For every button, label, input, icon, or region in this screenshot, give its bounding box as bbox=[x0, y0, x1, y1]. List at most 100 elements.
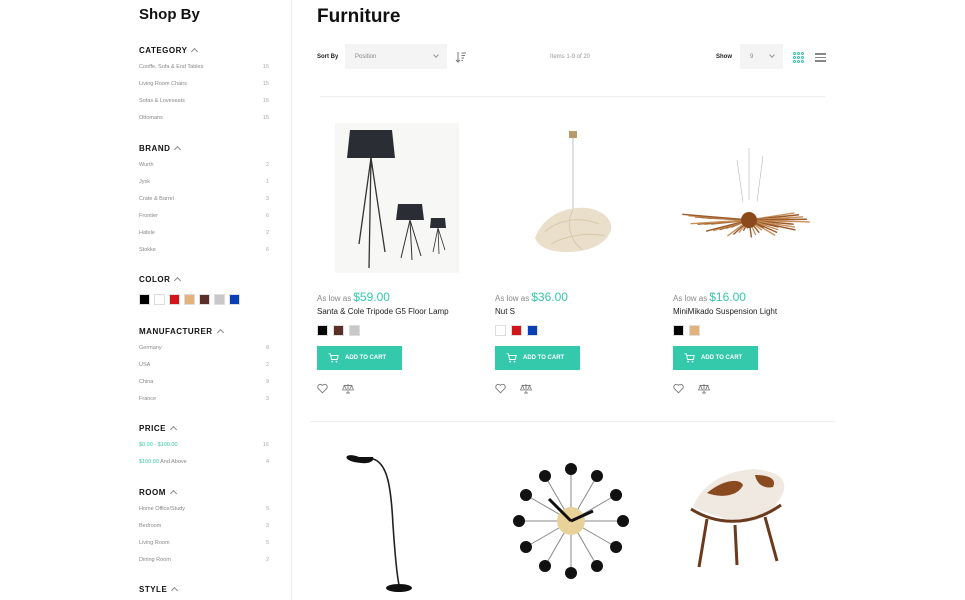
filter-option[interactable]: USA 2 bbox=[139, 362, 269, 379]
filter-option-label: Frontier bbox=[139, 213, 158, 219]
filter-option[interactable]: Dining Room 2 bbox=[139, 557, 269, 574]
filter-option-label: Living Room bbox=[139, 540, 170, 546]
color-swatch[interactable] bbox=[139, 294, 150, 305]
add-to-cart-button[interactable]: ADD TO CART bbox=[317, 346, 402, 370]
color-swatch[interactable] bbox=[154, 294, 165, 305]
sort-select[interactable]: Position bbox=[345, 44, 447, 69]
product-swatches bbox=[673, 325, 700, 336]
product-card bbox=[317, 445, 477, 595]
color-swatch[interactable] bbox=[169, 294, 180, 305]
as-low-as-label: As low as bbox=[673, 294, 708, 303]
color-swatch[interactable] bbox=[349, 325, 360, 336]
filter-room-label: ROOM bbox=[139, 487, 166, 497]
filter-color-header[interactable]: COLOR bbox=[139, 273, 269, 285]
filter-option-count: 16 bbox=[262, 442, 269, 448]
filter-option-label: Cooffe, Sofa & End Tables bbox=[139, 64, 204, 70]
filter-option-count: 15 bbox=[262, 81, 269, 87]
filter-option-count: 3 bbox=[265, 523, 269, 529]
filter-style-header[interactable]: STYLE bbox=[139, 583, 269, 595]
color-swatch[interactable] bbox=[184, 294, 195, 305]
filter-category: CATEGORY Cooffe, Sofa & End Tables 15 Liv… bbox=[139, 44, 269, 132]
product-image[interactable] bbox=[673, 445, 833, 595]
filter-option[interactable]: Hafele 2 bbox=[139, 230, 269, 247]
color-swatch[interactable] bbox=[214, 294, 225, 305]
filter-option[interactable]: China 9 bbox=[139, 379, 269, 396]
filter-option[interactable]: France 3 bbox=[139, 396, 269, 413]
color-swatch[interactable] bbox=[511, 325, 522, 336]
add-to-cart-button[interactable]: ADD TO CART bbox=[495, 346, 580, 370]
color-swatch[interactable] bbox=[229, 294, 240, 305]
filter-option-count: 15 bbox=[262, 115, 269, 121]
product-image[interactable] bbox=[495, 445, 655, 595]
price-range-suffix: And Above bbox=[158, 459, 187, 465]
filter-option[interactable]: Cooffe, Sofa & End Tables 15 bbox=[139, 64, 269, 81]
product-image[interactable] bbox=[317, 120, 477, 273]
filter-option-count: 2 bbox=[265, 557, 269, 563]
color-swatch[interactable] bbox=[495, 325, 506, 336]
product-name[interactable]: Nut S bbox=[495, 307, 515, 316]
items-count: Items 1-9 of 20 bbox=[550, 54, 591, 60]
filter-brand: BRAND Wurth 2 Jysk 1 Crate & Barrel 3 Front… bbox=[139, 142, 269, 264]
filter-option[interactable]: Bedroom 3 bbox=[139, 523, 269, 540]
filter-price-header[interactable]: PRICE bbox=[139, 422, 269, 434]
product-swatches bbox=[495, 325, 538, 336]
filter-option-count: 8 bbox=[265, 345, 269, 351]
filter-option[interactable]: Living Room 5 bbox=[139, 540, 269, 557]
filter-category-header[interactable]: CATEGORY bbox=[139, 44, 269, 56]
list-view-icon[interactable] bbox=[815, 53, 826, 62]
add-to-cart-button[interactable]: ADD TO CART bbox=[673, 346, 758, 370]
limiter-select[interactable]: 9 bbox=[740, 44, 783, 69]
filter-brand-header[interactable]: BRAND bbox=[139, 142, 269, 154]
add-to-cart-label: ADD TO CART bbox=[345, 355, 387, 361]
product-name[interactable]: MiniMikado Suspension Light bbox=[673, 307, 777, 316]
cart-icon bbox=[506, 353, 517, 363]
filter-manufacturer-header[interactable]: MANUFACTURER bbox=[139, 325, 269, 337]
filter-option-count: 2 bbox=[265, 162, 269, 168]
filter-option-count: 6 bbox=[265, 213, 269, 219]
color-swatch[interactable] bbox=[689, 325, 700, 336]
color-swatch[interactable] bbox=[317, 325, 328, 336]
chevron-up-icon bbox=[191, 47, 199, 56]
filter-option[interactable]: Frontier 6 bbox=[139, 213, 269, 230]
filter-option[interactable]: Home Office/Study 5 bbox=[139, 506, 269, 523]
compare-icon[interactable] bbox=[520, 383, 532, 394]
heart-icon[interactable] bbox=[317, 383, 328, 394]
filter-room-header[interactable]: ROOM bbox=[139, 486, 269, 498]
color-swatch[interactable] bbox=[527, 325, 538, 336]
product-image[interactable] bbox=[673, 120, 833, 270]
filter-option[interactable]: Jysk 1 bbox=[139, 179, 269, 196]
filter-option-label: China bbox=[139, 379, 154, 385]
compare-icon[interactable] bbox=[698, 383, 710, 394]
product-price-line: As low as $36.00 bbox=[495, 290, 568, 304]
filter-option[interactable]: Living Room Chairs 15 bbox=[139, 81, 269, 98]
filter-option[interactable]: Ottomans 15 bbox=[139, 115, 269, 132]
color-swatch[interactable] bbox=[673, 325, 684, 336]
chevron-up-icon bbox=[171, 586, 179, 595]
filter-price-label: PRICE bbox=[139, 423, 166, 433]
filter-option-count: 15 bbox=[262, 64, 269, 70]
filter-option[interactable]: Crate & Barrel 3 bbox=[139, 196, 269, 213]
color-swatch[interactable] bbox=[333, 325, 344, 336]
filter-manufacturer: MANUFACTURER Germany 8 USA 2 China 9 France… bbox=[139, 325, 269, 413]
sort-direction-icon[interactable] bbox=[455, 51, 467, 63]
filter-option[interactable]: Sofas & Loveseats 15 bbox=[139, 98, 269, 115]
product-image[interactable] bbox=[495, 120, 655, 270]
product-name[interactable]: Santa & Cole Tripode G5 Floor Lamp bbox=[317, 307, 449, 316]
chevron-up-icon bbox=[174, 276, 182, 285]
filter-option[interactable]: $0.00 - $100.00 16 bbox=[139, 442, 269, 459]
filter-option[interactable]: Stokke 6 bbox=[139, 247, 269, 264]
product-price: $36.00 bbox=[531, 290, 568, 304]
chevron-down-icon bbox=[433, 52, 439, 58]
filter-option-label: Home Office/Study bbox=[139, 506, 186, 512]
heart-icon[interactable] bbox=[673, 383, 684, 394]
filter-option[interactable]: Wurth 2 bbox=[139, 162, 269, 179]
compare-icon[interactable] bbox=[342, 383, 354, 394]
grid-view-icon[interactable] bbox=[793, 52, 804, 63]
color-swatch[interactable] bbox=[199, 294, 210, 305]
chevron-down-icon bbox=[769, 52, 775, 58]
filter-option[interactable]: Germany 8 bbox=[139, 345, 269, 362]
product-image[interactable] bbox=[317, 445, 477, 595]
filter-option[interactable]: $100.00 And Above 4 bbox=[139, 459, 269, 476]
filter-price: PRICE $0.00 - $100.00 16 $100.00 And Abov… bbox=[139, 422, 269, 476]
heart-icon[interactable] bbox=[495, 383, 506, 394]
